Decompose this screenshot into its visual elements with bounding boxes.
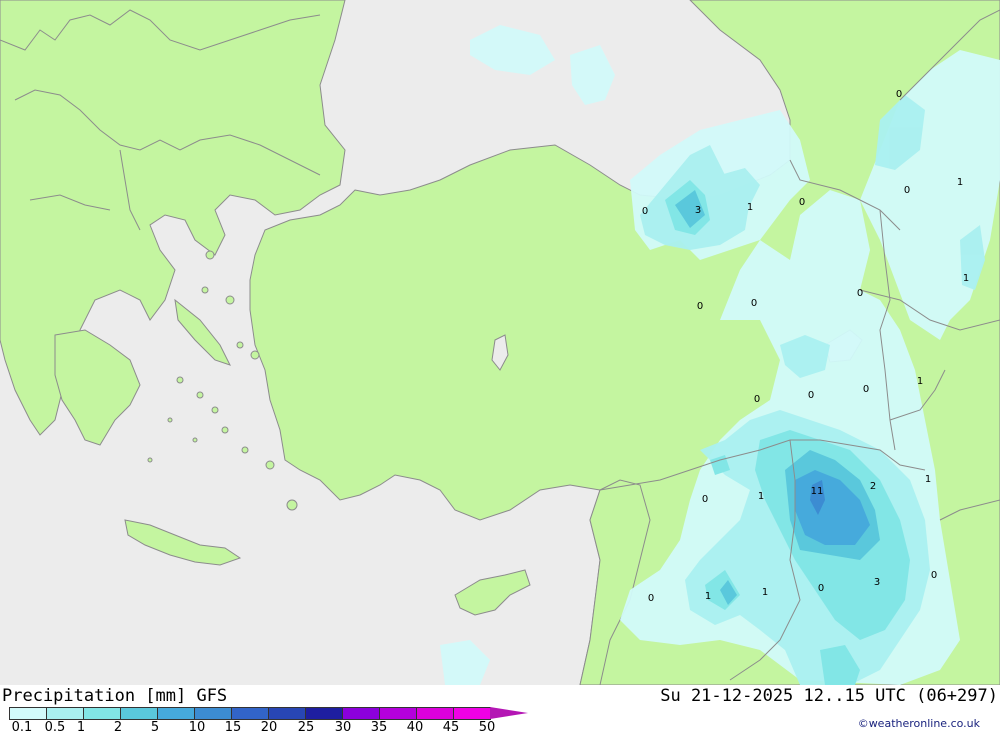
legend-swatch [194,707,232,720]
legend-swatch [416,707,454,720]
map-value: 1 [761,587,769,598]
map-value: 0 [701,494,709,505]
legend-swatch [157,707,195,720]
credit-text[interactable]: ©weatheronline.co.uk [858,717,980,730]
map-value: 0 [750,298,758,309]
map-title: Precipitation [mm] GFS [2,686,228,706]
legend-swatch [268,707,306,720]
map-value: 0 [817,583,825,594]
map-value: 1 [962,273,970,284]
color-legend [9,707,528,720]
map-value: 0 [895,89,903,100]
map-value: 0 [696,301,704,312]
map-value: 0 [798,197,806,208]
map-value: 0 [856,288,864,299]
map-value: 0 [903,185,911,196]
map-value: 11 [810,486,824,497]
map-value: 1 [956,177,964,188]
map-value: 1 [704,591,712,602]
legend-swatch [305,707,343,720]
map-value: 1 [757,491,765,502]
legend-swatch [83,707,121,720]
map-value: 0 [753,394,761,405]
map-canvas [0,0,1000,685]
map-value: 0 [647,593,655,604]
map-value: 0 [930,570,938,581]
valid-time: Su 21-12-2025 12..15 UTC (06+297) [660,686,998,706]
map-value: 1 [746,202,754,213]
map-value: 1 [924,474,932,485]
legend-swatch [453,707,491,720]
legend-swatch [379,707,417,720]
map-footer: Precipitation [mm] GFS Su 21-12-2025 12.… [0,685,1000,735]
legend-swatch [120,707,158,720]
legend-swatch [231,707,269,720]
precipitation-map: 0 3 1 0 0 0 1 0 0 0 0 0 0 1 0 1 11 2 1 0… [0,0,1000,685]
map-value: 3 [873,577,881,588]
map-value: 1 [916,376,924,387]
legend-swatch [9,707,47,720]
map-value: 3 [694,205,702,216]
map-value: 0 [807,390,815,401]
map-value: 2 [869,481,877,492]
legend-labels: 0.1 0.5 1 2 5 10 15 20 25 30 35 40 45 50 [0,720,540,735]
legend-arrow [490,707,528,719]
legend-swatch [342,707,380,720]
map-value: 0 [862,384,870,395]
map-value: 0 [641,206,649,217]
legend-swatch [46,707,84,720]
